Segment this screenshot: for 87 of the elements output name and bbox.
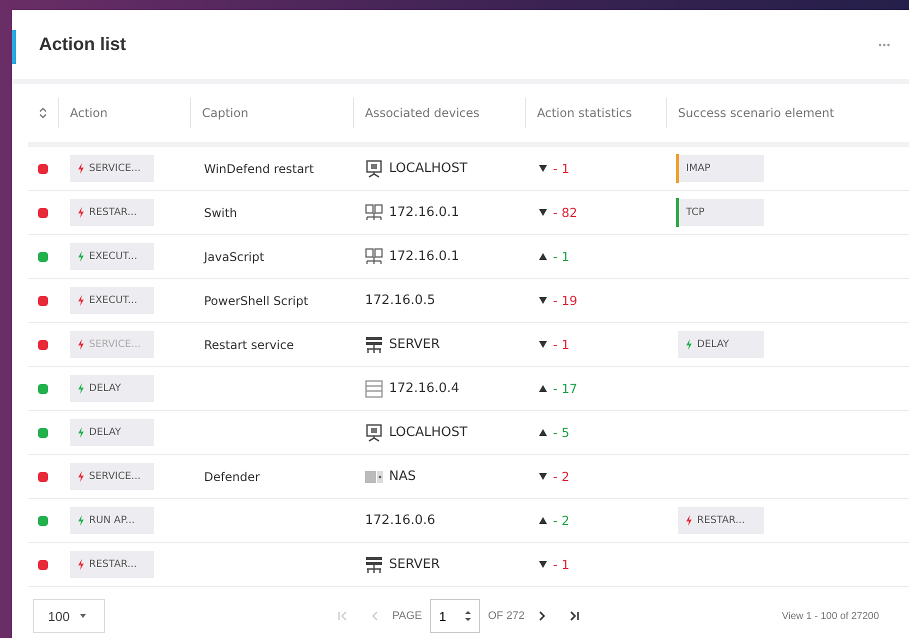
action-tag[interactable]: EXECUT... bbox=[70, 287, 154, 314]
bolt-icon bbox=[78, 163, 84, 174]
monitor-icon bbox=[365, 160, 383, 178]
device-name: SERVER bbox=[389, 337, 440, 352]
action-tag[interactable]: EXECUT... bbox=[70, 243, 154, 270]
caption-text: Restart service bbox=[203, 338, 294, 352]
page-count: OF 272 bbox=[488, 610, 525, 622]
server-icon bbox=[365, 556, 383, 574]
last-page-icon[interactable] bbox=[568, 611, 579, 621]
column-header[interactable]: Associated devices bbox=[353, 98, 525, 128]
action-label: DELAY bbox=[89, 427, 121, 438]
action-label: EXECUT... bbox=[89, 251, 138, 262]
action-tag[interactable]: DELAY bbox=[70, 375, 154, 402]
device-name: 172.16.0.1 bbox=[389, 205, 460, 220]
statistic-value: - 1 bbox=[553, 557, 570, 572]
record-summary: View 1 - 100 of 27200 bbox=[782, 610, 879, 622]
bolt-icon bbox=[78, 339, 84, 350]
scenario-tag[interactable]: IMAP bbox=[678, 155, 764, 182]
action-tag[interactable]: RUN AP... bbox=[70, 507, 154, 534]
page-input[interactable]: 1 bbox=[430, 599, 480, 633]
caption-text: PowerShell Script bbox=[203, 294, 308, 308]
device-name: 172.16.0.1 bbox=[389, 249, 460, 264]
storage-icon bbox=[365, 470, 383, 484]
device-name: NAS bbox=[389, 469, 416, 484]
bolt-icon bbox=[78, 251, 84, 262]
network-switch-icon bbox=[365, 248, 383, 266]
page-size-select[interactable]: 100 bbox=[33, 599, 105, 633]
bolt-icon bbox=[78, 559, 84, 570]
bolt-icon bbox=[78, 427, 84, 438]
network-switch-icon bbox=[365, 204, 383, 222]
action-tag[interactable]: RESTAR... bbox=[70, 199, 154, 226]
device-name: LOCALHOST bbox=[389, 161, 468, 176]
action-label: RESTAR... bbox=[89, 207, 137, 218]
caption-text: WinDefend restart bbox=[203, 162, 314, 176]
statistic-value: - 1 bbox=[553, 249, 570, 264]
monitor-icon bbox=[365, 424, 383, 442]
action-tag[interactable]: DELAY bbox=[70, 419, 154, 446]
bolt-icon bbox=[78, 383, 84, 394]
scenario-label: IMAP bbox=[686, 163, 710, 174]
column-header[interactable]: Caption bbox=[190, 98, 353, 128]
page-label: PAGE bbox=[392, 610, 422, 622]
action-label: RESTAR... bbox=[89, 559, 137, 570]
action-label: SERVICE... bbox=[89, 471, 141, 482]
next-page-icon[interactable] bbox=[536, 611, 547, 621]
scenario-label: TCP bbox=[686, 207, 705, 218]
statistic-value: - 82 bbox=[553, 205, 578, 220]
statistic-value: - 2 bbox=[553, 513, 570, 528]
rack-icon bbox=[365, 380, 383, 398]
scenario-label: RESTAR... bbox=[697, 515, 745, 526]
statistic-value: - 5 bbox=[553, 425, 570, 440]
statistic-value: - 1 bbox=[553, 161, 570, 176]
statistic-value: - 2 bbox=[553, 469, 570, 484]
action-label: SERVICE... bbox=[89, 339, 141, 350]
spinner-icon bbox=[464, 610, 471, 622]
caption-text: Defender bbox=[203, 470, 260, 484]
dropdown-caret-icon bbox=[80, 614, 86, 618]
bolt-icon bbox=[78, 207, 84, 218]
column-header[interactable]: Success scenario element bbox=[666, 98, 909, 128]
statistic-value: - 19 bbox=[553, 293, 578, 308]
bolt-icon bbox=[78, 471, 84, 482]
action-label: SERVICE... bbox=[89, 163, 141, 174]
device-name: 172.16.0.5 bbox=[365, 293, 436, 308]
scenario-tag[interactable]: DELAY bbox=[678, 331, 764, 358]
device-name: 172.16.0.6 bbox=[365, 513, 436, 528]
scenario-label: DELAY bbox=[697, 339, 729, 350]
action-label: RUN AP... bbox=[89, 515, 135, 526]
panel-title: Action list bbox=[39, 34, 128, 55]
action-tag[interactable]: RESTAR... bbox=[70, 551, 154, 578]
action-label: DELAY bbox=[89, 383, 121, 394]
device-name: SERVER bbox=[389, 557, 440, 572]
statistic-value: - 17 bbox=[553, 381, 578, 396]
scenario-tag[interactable]: TCP bbox=[678, 199, 764, 226]
device-name: 172.16.0.4 bbox=[389, 381, 460, 396]
device-name: LOCALHOST bbox=[389, 425, 468, 440]
bolt-icon bbox=[78, 515, 84, 526]
caption-text: JavaScript bbox=[202, 250, 264, 264]
scenario-tag[interactable]: RESTAR... bbox=[678, 507, 764, 534]
server-icon bbox=[365, 336, 383, 354]
action-label: EXECUT... bbox=[89, 295, 138, 306]
action-tag[interactable]: SERVICE... bbox=[70, 463, 154, 490]
column-header[interactable]: Action bbox=[58, 98, 190, 128]
bolt-icon bbox=[78, 295, 84, 306]
statistic-value: - 1 bbox=[553, 337, 570, 352]
action-tag[interactable]: SERVICE... bbox=[70, 155, 154, 182]
caption-text: Swith bbox=[203, 206, 238, 220]
sort-icon[interactable] bbox=[39, 107, 47, 119]
column-header[interactable]: Action statistics bbox=[525, 98, 666, 128]
